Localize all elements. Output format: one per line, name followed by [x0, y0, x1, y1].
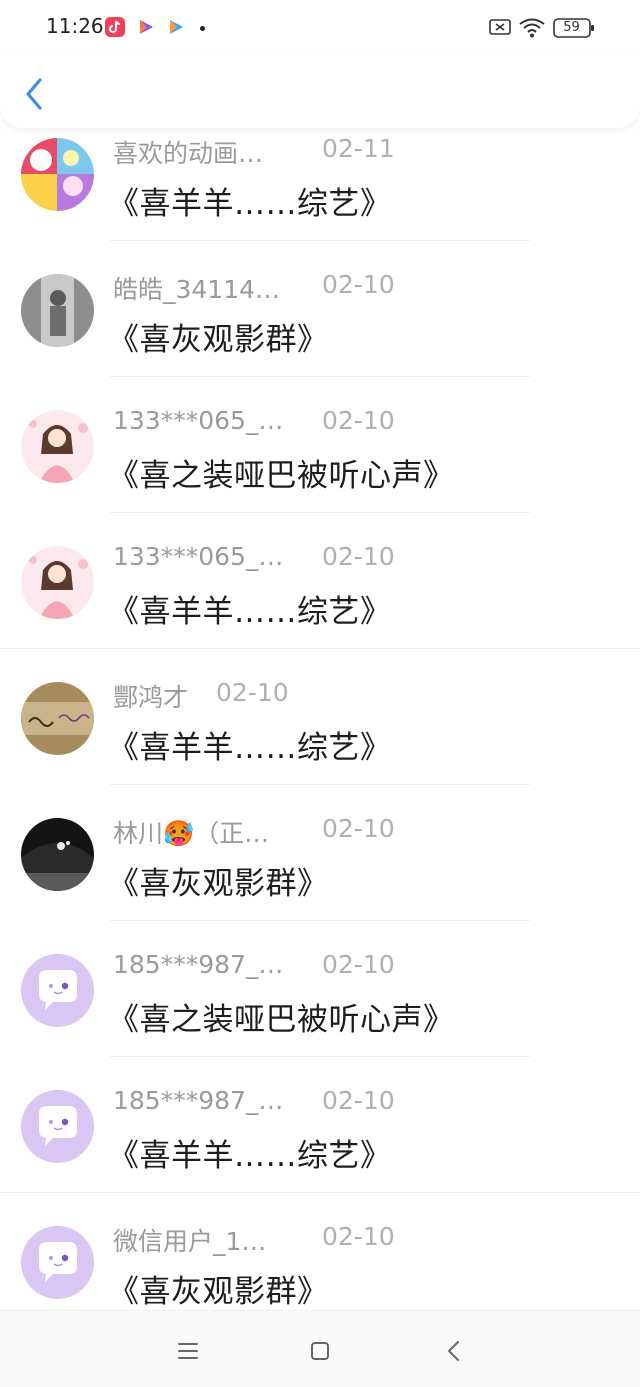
- message-date: 02-11: [322, 134, 395, 163]
- message-date: 02-10: [322, 950, 395, 979]
- default-chat-avatar-icon: [21, 954, 94, 1027]
- video-play-icon: [166, 17, 186, 37]
- avatar: [21, 546, 94, 619]
- back-triangle-icon: [436, 1341, 472, 1373]
- sender-name: 185***987_…: [113, 950, 284, 979]
- wifi-icon: [518, 18, 546, 42]
- avatar: [21, 682, 94, 755]
- sender-name: 133***065_…: [113, 542, 284, 571]
- list-item[interactable]: 酆鸿才 02-10 《喜羊羊……综艺》: [0, 624, 640, 785]
- avatar: [21, 818, 94, 891]
- list-item[interactable]: 皓皓_34114… 02-10 《喜灰观影群》: [0, 216, 640, 377]
- video-play-icon: [136, 17, 156, 37]
- chevron-left-icon: [18, 78, 52, 118]
- list-item[interactable]: 微信用户_1… 02-10 《喜灰观影群》: [0, 1168, 640, 1310]
- sim-off-icon: [489, 18, 511, 40]
- system-nav-bar: [0, 1310, 640, 1387]
- list-item[interactable]: 133***065_… 02-10 《喜羊羊……综艺》: [0, 488, 640, 649]
- battery-level: 59: [563, 20, 580, 35]
- avatar: [21, 274, 94, 347]
- home-button[interactable]: [302, 1333, 338, 1369]
- sender-name: 133***065_…: [113, 406, 284, 435]
- status-bar: 11:26 59: [0, 0, 640, 56]
- home-square-icon: [302, 1342, 338, 1373]
- list-item[interactable]: 133***065_… 02-10 《喜之装哑巴被听心声》: [0, 352, 640, 513]
- douyin-icon: [105, 17, 125, 37]
- nav-back-button[interactable]: [436, 1333, 472, 1369]
- message-date: 02-10: [322, 1086, 395, 1115]
- message-date: 02-10: [322, 1222, 395, 1251]
- message-date: 02-10: [322, 406, 395, 435]
- sender-name: 林川🥵（正…: [113, 819, 270, 848]
- back-button[interactable]: [18, 74, 52, 114]
- default-chat-avatar-icon: [21, 1090, 94, 1163]
- message-title: 《喜灰观影群》: [108, 1274, 329, 1310]
- avatar: [21, 410, 94, 483]
- sender-name: 酆鸿才: [113, 683, 189, 712]
- message-date: 02-10: [216, 678, 289, 707]
- avatar: [21, 138, 94, 211]
- message-date: 02-10: [322, 542, 395, 571]
- menu-icon: [170, 1343, 206, 1373]
- sender-name: 喜欢的动画…: [113, 139, 264, 168]
- list-item[interactable]: 185***987_… 02-10 《喜羊羊……综艺》: [0, 1032, 640, 1193]
- message-date: 02-10: [322, 814, 395, 843]
- sender-name: 微信用户_1…: [113, 1227, 267, 1256]
- menu-button[interactable]: [170, 1333, 206, 1369]
- notification-dot: [200, 26, 205, 31]
- status-time: 11:26: [46, 14, 104, 38]
- header-bar: [0, 56, 640, 128]
- list-item[interactable]: 185***987_… 02-10 《喜之装哑巴被听心声》: [0, 896, 640, 1057]
- sender-name: 皓皓_34114…: [113, 275, 281, 304]
- default-chat-avatar-icon: [21, 1226, 94, 1299]
- sender-name: 185***987_…: [113, 1086, 284, 1115]
- message-date: 02-10: [322, 270, 395, 299]
- battery-icon: 59: [553, 18, 595, 42]
- list-item[interactable]: 林川🥵（正… 02-10 《喜灰观影群》: [0, 760, 640, 921]
